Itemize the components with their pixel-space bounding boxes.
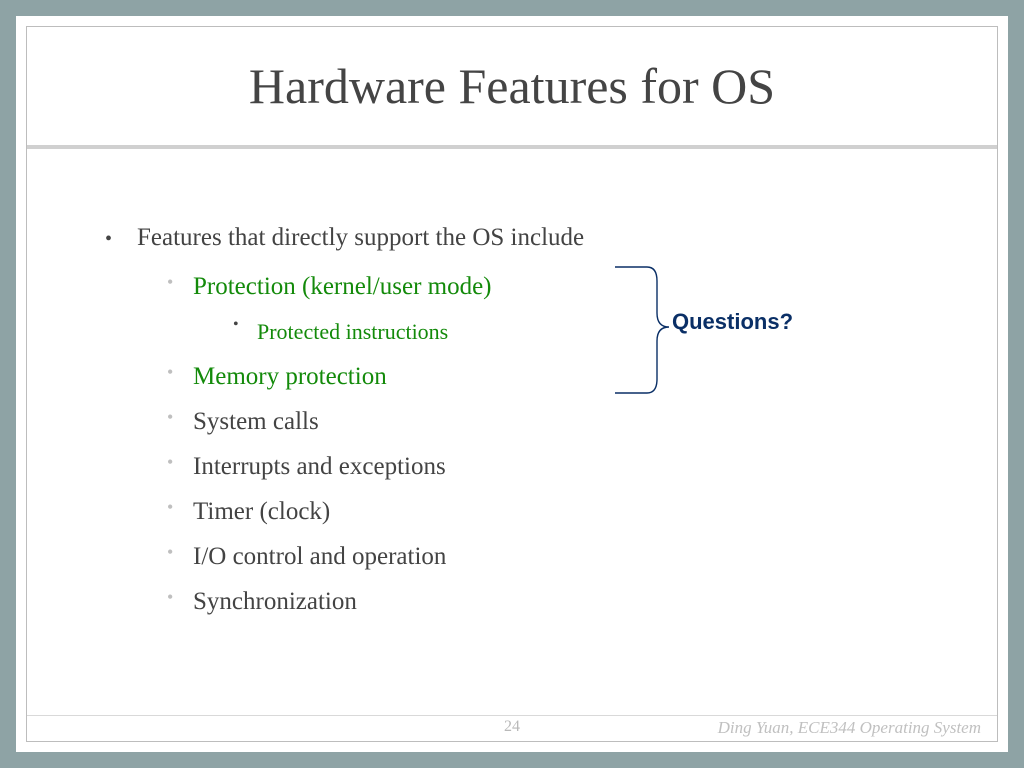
content-area: Features that directly support the OS in…: [107, 217, 957, 624]
item-io: I/O control and operation: [193, 543, 446, 570]
list-item: Synchronization: [167, 579, 957, 624]
slide-frame: Hardware Features for OS Features that d…: [0, 0, 1024, 768]
list-item: Interrupts and exceptions: [167, 444, 957, 489]
intro-text: Features that directly support the OS in…: [137, 224, 584, 251]
slide-body: Hardware Features for OS Features that d…: [27, 27, 997, 741]
list-item: Memory protection: [167, 354, 957, 399]
item-timer: Timer (clock): [193, 498, 330, 525]
footer-divider: [27, 715, 997, 716]
list-item: I/O control and operation: [167, 534, 957, 579]
list-item: Protected instructions: [233, 309, 957, 354]
slide-mat: Hardware Features for OS Features that d…: [16, 16, 1008, 752]
list-item: Protection (kernel/user mode) Protected …: [167, 264, 957, 354]
list-item: System calls: [167, 399, 957, 444]
list-item: Timer (clock): [167, 489, 957, 534]
item-protected-instr: Protected instructions: [257, 319, 448, 344]
item-interrupts: Interrupts and exceptions: [193, 453, 446, 480]
author-line: Ding Yuan, ECE344 Operating System: [718, 718, 981, 738]
item-syscalls: System calls: [193, 408, 319, 435]
slide-inner-border: Hardware Features for OS Features that d…: [26, 26, 998, 742]
item-protection: Protection (kernel/user mode): [193, 273, 492, 300]
title-divider: [27, 145, 997, 149]
intro-line: Features that directly support the OS in…: [107, 217, 957, 624]
slide-title: Hardware Features for OS: [27, 57, 997, 115]
item-sync: Synchronization: [193, 588, 357, 615]
item-memory: Memory protection: [193, 363, 387, 390]
